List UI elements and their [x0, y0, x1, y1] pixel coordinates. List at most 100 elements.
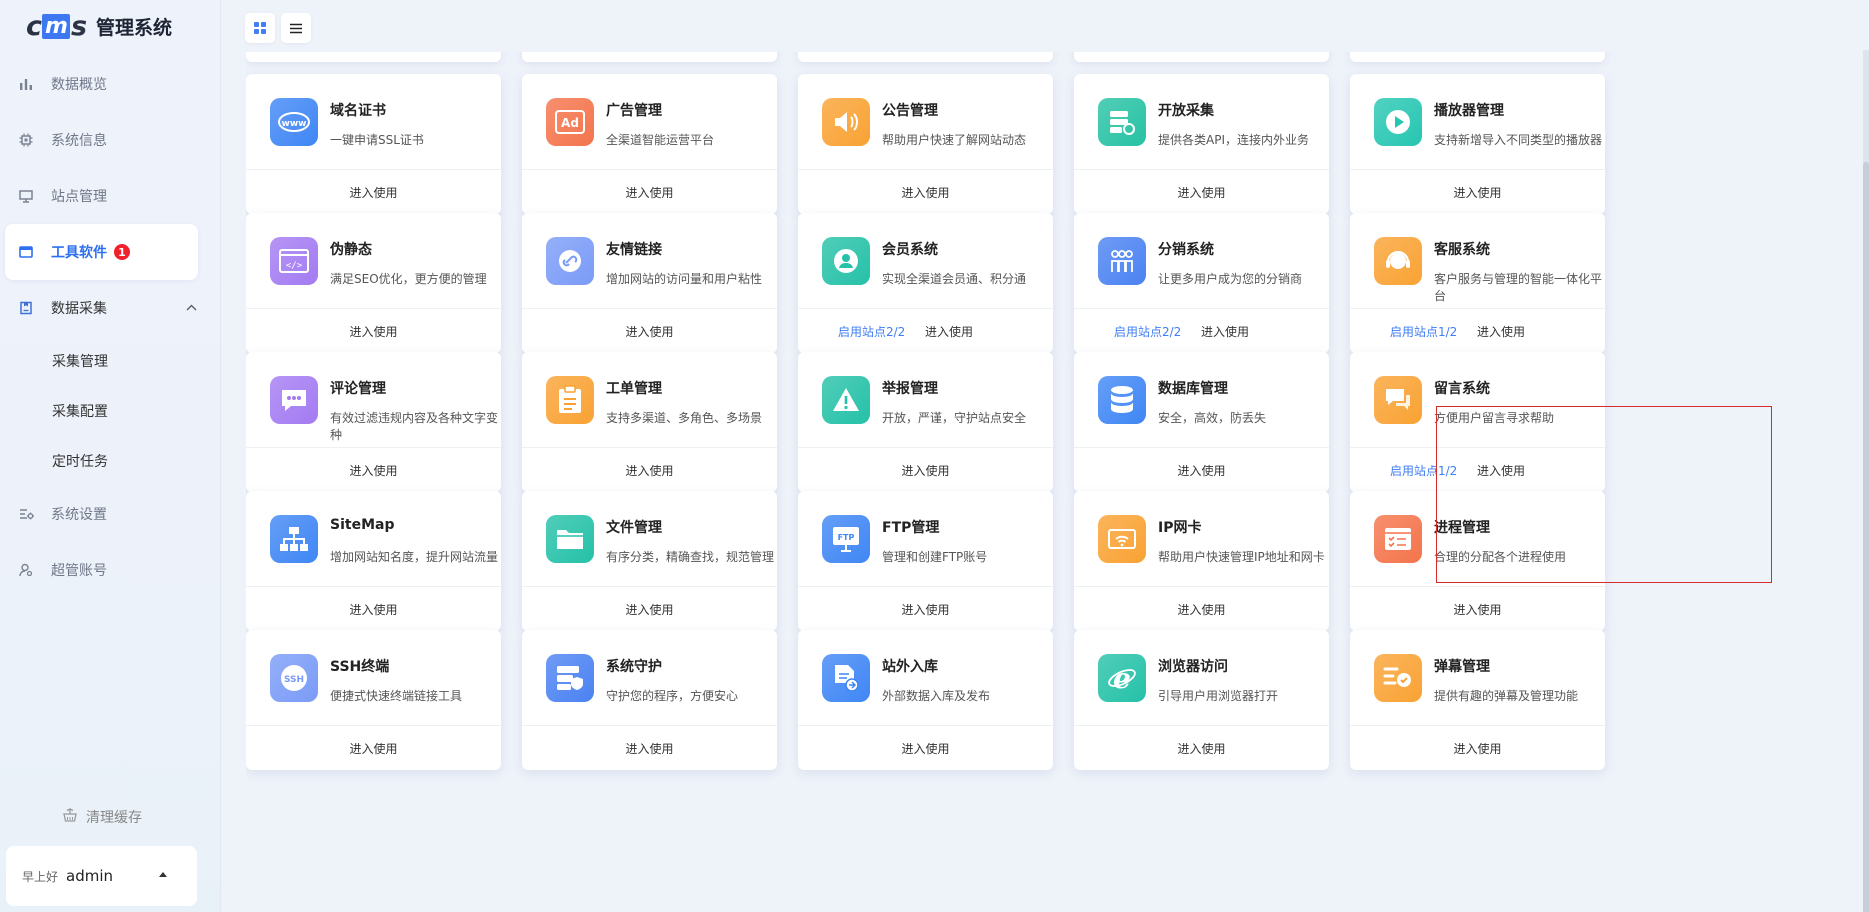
tool-grid: www 域名证书 一键申请SSL证书 进入使用 Ad 广告管理 全渠道智能运营平… — [246, 52, 1869, 912]
greeting: 早上好 — [22, 869, 59, 884]
tool-card[interactable]: 工单管理 支持多渠道、多角色、多场景 进入使用 — [522, 352, 777, 492]
grid-view-button[interactable] — [245, 13, 275, 43]
view-toggle — [245, 13, 311, 43]
sidebar-item-site-management[interactable]: 站点管理 — [0, 168, 221, 224]
sidebar-item-label: 站点管理 — [51, 189, 107, 205]
enter-button[interactable]: 进入使用 — [1453, 184, 1501, 201]
card-header: 开放采集 提供各类API，连接内外业务 — [1074, 74, 1329, 170]
www-icon: www — [270, 98, 318, 146]
tool-card[interactable]: 开放采集 提供各类API，连接内外业务 进入使用 — [1074, 74, 1329, 214]
enter-button[interactable]: 进入使用 — [901, 740, 949, 757]
submenu-item-collection-config[interactable]: 采集配置 — [0, 386, 221, 436]
enter-button[interactable]: 进入使用 — [901, 601, 949, 618]
list-view-button[interactable] — [281, 13, 311, 43]
tool-card[interactable]: 举报管理 开放，严谨，守护站点安全 进入使用 — [798, 352, 1053, 492]
enter-button[interactable]: 进入使用 — [901, 184, 949, 201]
enter-button[interactable]: 进入使用 — [1477, 462, 1525, 479]
sidebar-item-label: 工具软件 — [51, 245, 107, 261]
tool-card[interactable]: 播放器管理 支持新增导入不同类型的播放器 进入使用 — [1350, 74, 1605, 214]
enter-button[interactable]: 进入使用 — [1177, 601, 1225, 618]
ssh-icon: SSH — [270, 654, 318, 702]
tool-card[interactable]: 客服系统 客户服务与管理的智能一体化平台 启用站点1/2 进入使用 — [1350, 213, 1605, 353]
tool-card[interactable]: 评论管理 有效过滤违规内容及各种文字变种 进入使用 — [246, 352, 501, 492]
tool-card[interactable]: 会员系统 实现全渠道会员通、积分通 启用站点2/2 进入使用 — [798, 213, 1053, 353]
enter-button[interactable]: 进入使用 — [925, 323, 973, 340]
card-footer: 进入使用 — [246, 309, 501, 353]
sidebar-item-data-overview[interactable]: 数据概览 — [0, 56, 221, 112]
card-title: 站外入库 — [882, 659, 938, 675]
enter-button[interactable]: 进入使用 — [625, 601, 673, 618]
card-header: 数据库管理 安全，高效，防丢失 — [1074, 352, 1329, 448]
card-header: 系统守护 守护您的程序，方便安心 — [522, 630, 777, 726]
tool-card[interactable]: 文件管理 有序分类，精确查找，规范管理 进入使用 — [522, 491, 777, 631]
card-description: 有效过滤违规内容及各种文字变种 — [330, 411, 499, 442]
tool-card[interactable]: IP网卡 帮助用户快速管理IP地址和网卡 进入使用 — [1074, 491, 1329, 631]
enter-button[interactable]: 进入使用 — [349, 184, 397, 201]
tool-card[interactable]: </> 伪静态 满足SEO优化，更方便的管理 进入使用 — [246, 213, 501, 353]
sidebar-item-system-info[interactable]: 系统信息 — [0, 112, 221, 168]
tool-card[interactable]: 分销系统 让更多用户成为您的分销商 启用站点2/2 进入使用 — [1074, 213, 1329, 353]
card-description: 帮助用户快速管理IP地址和网卡 — [1158, 550, 1325, 564]
tool-card[interactable]: 弹幕管理 提供有趣的弹幕及管理功能 进入使用 — [1350, 630, 1605, 770]
clear-cache-button[interactable]: 清理缓存 — [62, 807, 142, 827]
enter-button[interactable]: 进入使用 — [901, 462, 949, 479]
card-header: e 浏览器访问 引导用户用浏览器打开 — [1074, 630, 1329, 726]
tool-card[interactable]: 系统守护 守护您的程序，方便安心 进入使用 — [522, 630, 777, 770]
sidebar-item-system-settings[interactable]: 系统设置 — [0, 486, 221, 542]
svg-text:Ad: Ad — [561, 116, 579, 130]
tool-card[interactable]: 留言系统 方便用户留言寻求帮助 启用站点1/2 进入使用 — [1350, 352, 1605, 492]
scrollbar[interactable] — [1863, 50, 1869, 912]
card-footer: 启用站点1/2 进入使用 — [1350, 448, 1605, 492]
submenu-item-scheduled-tasks[interactable]: 定时任务 — [0, 436, 221, 486]
tool-card[interactable]: www 域名证书 一键申请SSL证书 进入使用 — [246, 74, 501, 214]
enter-button[interactable]: 进入使用 — [625, 462, 673, 479]
submenu-item-collection-management[interactable]: 采集管理 — [0, 336, 221, 386]
enabled-sites-link[interactable]: 启用站点2/2 — [838, 323, 905, 340]
enter-button[interactable]: 进入使用 — [625, 740, 673, 757]
tool-card[interactable]: 数据库管理 安全，高效，防丢失 进入使用 — [1074, 352, 1329, 492]
enter-button[interactable]: 进入使用 — [625, 184, 673, 201]
tool-card[interactable]: SiteMap 增加网站知名度，提升网站流量 进入使用 — [246, 491, 501, 631]
tool-card[interactable]: e 浏览器访问 引导用户用浏览器打开 进入使用 — [1074, 630, 1329, 770]
database-icon — [1098, 376, 1146, 424]
enter-button[interactable]: 进入使用 — [349, 323, 397, 340]
svg-text:</>: </> — [286, 261, 303, 271]
enter-button[interactable]: 进入使用 — [1177, 462, 1225, 479]
sidebar-item-super-admin[interactable]: 超管账号 — [0, 542, 221, 598]
user-menu[interactable]: 早上好 admin — [6, 846, 197, 906]
enter-button[interactable]: 进入使用 — [1453, 601, 1501, 618]
enter-button[interactable]: 进入使用 — [349, 740, 397, 757]
enabled-sites-link[interactable]: 启用站点2/2 — [1114, 323, 1181, 340]
enter-button[interactable]: 进入使用 — [1201, 323, 1249, 340]
tool-card[interactable]: Ad 广告管理 全渠道智能运营平台 进入使用 — [522, 74, 777, 214]
sidebar-item-data-collection[interactable]: 数据采集 — [0, 280, 221, 336]
enter-button[interactable]: 进入使用 — [1177, 184, 1225, 201]
import-doc-icon — [822, 654, 870, 702]
enabled-sites-link[interactable]: 启用站点1/2 — [1390, 462, 1457, 479]
enabled-sites-link[interactable]: 启用站点1/2 — [1390, 323, 1457, 340]
tool-card[interactable]: 站外入库 外部数据入库及发布 进入使用 — [798, 630, 1053, 770]
settings-list-icon — [18, 506, 34, 522]
scrollbar-thumb[interactable] — [1863, 162, 1869, 912]
enter-button[interactable]: 进入使用 — [1177, 740, 1225, 757]
enter-button[interactable]: 进入使用 — [349, 601, 397, 618]
enter-button[interactable]: 进入使用 — [349, 462, 397, 479]
card-title: FTP管理 — [882, 520, 940, 536]
tool-card[interactable]: 公告管理 帮助用户快速了解网站动态 进入使用 — [798, 74, 1053, 214]
card-title: 域名证书 — [330, 103, 386, 119]
tool-card[interactable]: FTP FTP管理 管理和创建FTP账号 进入使用 — [798, 491, 1053, 631]
wifi-card-icon — [1098, 515, 1146, 563]
card-header: IP网卡 帮助用户快速管理IP地址和网卡 — [1074, 491, 1329, 587]
enter-button[interactable]: 进入使用 — [625, 323, 673, 340]
tool-card[interactable]: SSH SSH终端 便捷式快速终端链接工具 进入使用 — [246, 630, 501, 770]
tool-card[interactable]: 进程管理 合理的分配各个进程使用 进入使用 — [1350, 491, 1605, 631]
card-title: 举报管理 — [882, 381, 938, 397]
card-header: 评论管理 有效过滤违规内容及各种文字变种 — [246, 352, 501, 448]
enter-button[interactable]: 进入使用 — [1453, 740, 1501, 757]
sidebar-item-tools[interactable]: 工具软件 1 — [5, 224, 198, 280]
svg-text:www: www — [282, 119, 307, 129]
tool-card-partial — [246, 52, 501, 62]
card-footer: 启用站点2/2 进入使用 — [798, 309, 1053, 353]
enter-button[interactable]: 进入使用 — [1477, 323, 1525, 340]
tool-card[interactable]: 友情链接 增加网站的访问量和用户粘性 进入使用 — [522, 213, 777, 353]
